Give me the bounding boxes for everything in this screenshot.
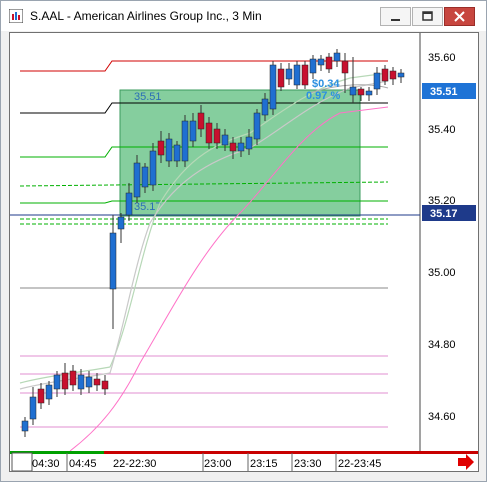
candle-down: [389, 70, 397, 80]
window-title: S.AAL - American Airlines Group Inc., 3 …: [30, 9, 262, 23]
candle-down: [205, 122, 213, 144]
candle-up: [365, 90, 373, 96]
restore-button[interactable]: [412, 7, 443, 26]
candle-down: [61, 372, 69, 390]
candle-down: [301, 64, 309, 86]
title-bar[interactable]: S.AAL - American Airlines Group Inc., 3 …: [1, 1, 486, 31]
candle-down: [101, 380, 109, 390]
candle-down: [37, 388, 45, 404]
candle-up: [141, 166, 149, 188]
candle-up: [85, 376, 93, 388]
time-tick-04-45: 04:45: [69, 458, 97, 470]
candle-up: [173, 144, 181, 162]
candle-up: [309, 58, 317, 74]
time-tick-23-00: 23:00: [204, 458, 232, 470]
candle-down: [229, 142, 237, 152]
session-bar-red: [104, 451, 478, 454]
measure-change: $0.34: [312, 78, 340, 90]
candle-up: [285, 68, 293, 80]
restore-icon: [422, 11, 433, 21]
candle-up: [373, 72, 381, 90]
candle-down: [213, 128, 221, 144]
close-icon: [454, 11, 465, 22]
candle-up: [53, 374, 61, 390]
candle-up: [45, 384, 53, 400]
candle-down: [325, 56, 333, 70]
candle-up: [181, 120, 189, 162]
time-tick-23-30: 23:30: [294, 458, 322, 470]
candle-up: [77, 374, 85, 390]
candle-up: [109, 232, 117, 290]
candle-up: [293, 64, 301, 86]
candle-down: [157, 140, 165, 156]
current-price-label: 35.51: [430, 86, 458, 98]
chart-area[interactable]: 35.51 35.17 $0.34 0.97 % 35.60 35.40 35.…: [9, 32, 479, 472]
time-axis-corner: [11, 452, 33, 472]
candle-up: [333, 52, 341, 62]
candle-up: [237, 142, 245, 152]
candle-up: [253, 112, 261, 140]
price-tick-35-40: 35.40: [428, 124, 456, 136]
time-tick-04-30: 04:30: [32, 458, 60, 470]
candle-up: [317, 58, 325, 66]
candle-up: [189, 120, 197, 142]
candle-down: [93, 378, 101, 386]
candle-up: [117, 216, 125, 230]
candle-up: [21, 420, 29, 432]
chart-app-icon: [9, 9, 23, 23]
crosshair-price-label: 35.17: [430, 208, 458, 220]
time-tick-22-23-45: 22-23:45: [338, 458, 381, 470]
measure-change-pct: 0.97 %: [306, 90, 340, 102]
time-tick-22-22-30: 22-22:30: [113, 458, 156, 470]
candle-up: [29, 396, 37, 420]
price-tick-35-60: 35.60: [428, 52, 456, 64]
candle-down: [277, 68, 285, 88]
candle-up: [149, 150, 157, 186]
minimize-icon: [391, 19, 400, 21]
candle-up: [261, 98, 269, 116]
price-tick-35-00: 35.00: [428, 267, 456, 279]
candle-down: [381, 68, 389, 82]
candle-up: [165, 138, 173, 162]
candle-down: [69, 370, 77, 386]
candle-up: [397, 72, 405, 78]
candle-down: [341, 60, 349, 74]
close-button[interactable]: [444, 7, 475, 26]
candle-up: [245, 136, 253, 150]
price-tick-34-60: 34.60: [428, 411, 456, 423]
candle-up: [349, 86, 357, 96]
candle-up: [221, 134, 229, 146]
chart-window: S.AAL - American Airlines Group Inc., 3 …: [0, 0, 487, 482]
candle-up: [125, 192, 133, 216]
candle-down: [197, 112, 205, 130]
candle-down: [357, 88, 365, 96]
minimize-button[interactable]: [380, 7, 411, 26]
measure-top-price: 35.51: [134, 91, 162, 103]
price-tick-34-80: 34.80: [428, 339, 456, 351]
red-right-arrow-icon[interactable]: [458, 454, 474, 470]
time-tick-23-15: 23:15: [250, 458, 278, 470]
candle-up: [269, 64, 277, 110]
candle-up: [133, 162, 141, 198]
price-chart[interactable]: 35.51 35.17 $0.34 0.97 % 35.60 35.40 35.…: [10, 33, 478, 472]
